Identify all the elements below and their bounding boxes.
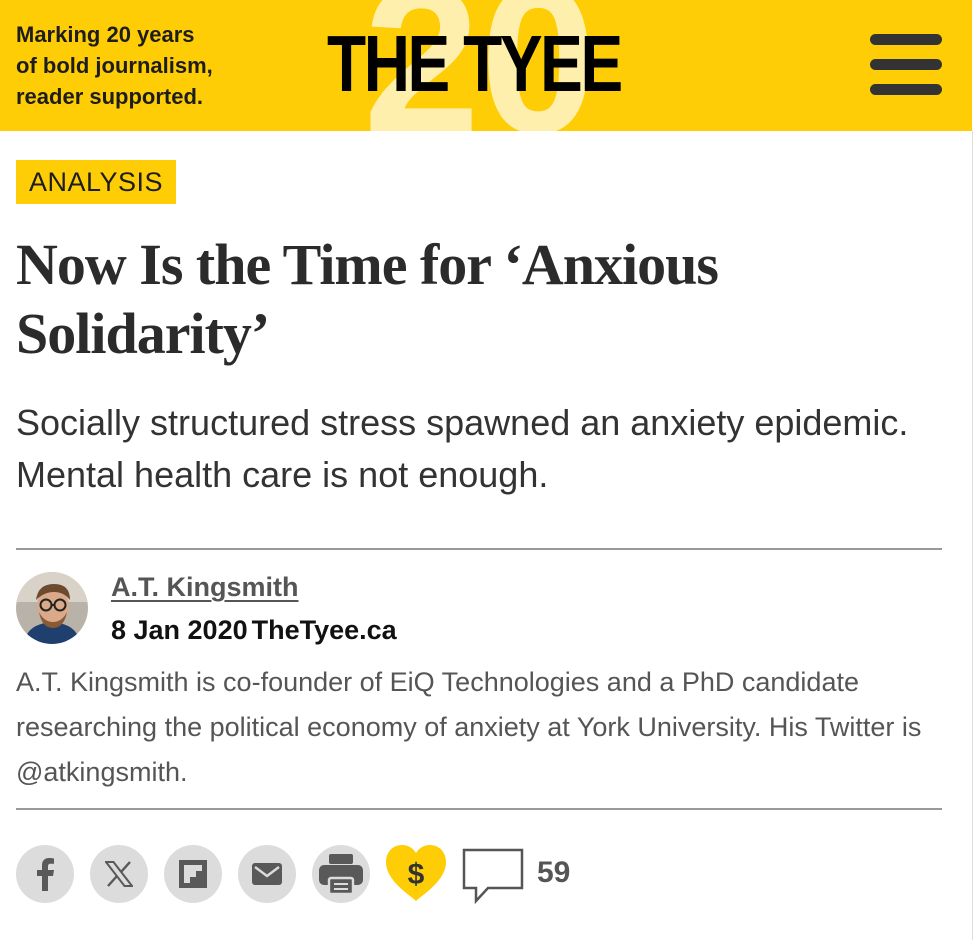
flipboard-share-button[interactable] xyxy=(164,845,222,903)
publication-name: TheTyee.ca xyxy=(251,615,397,645)
author-avatar[interactable] xyxy=(16,572,88,644)
svg-text:$: $ xyxy=(408,858,425,891)
tagline-line-2: of bold journalism, xyxy=(16,53,213,78)
facebook-icon xyxy=(37,858,54,891)
tagline-line-1: Marking 20 years xyxy=(16,22,195,47)
comments-button[interactable] xyxy=(462,848,526,905)
flipboard-icon xyxy=(179,860,207,888)
tagline-line-3: reader supported. xyxy=(16,84,204,109)
comment-count[interactable]: 59 xyxy=(537,855,570,891)
article-headline: Now Is the Time for ‘Anxious Solidarity’ xyxy=(16,232,719,366)
section-tag[interactable]: ANALYSIS xyxy=(16,160,177,204)
site-logo[interactable]: THE TYEE xyxy=(327,24,623,104)
donate-heart-icon: $ xyxy=(386,845,446,901)
article-dek: Socially structured stress spawned an an… xyxy=(16,402,909,495)
menu-bar xyxy=(870,84,942,95)
dateline: 8 Jan 2020 TheTyee.ca xyxy=(111,613,397,647)
menu-bar xyxy=(870,59,942,70)
email-icon xyxy=(252,863,282,885)
author-name-link[interactable]: A.T. Kingsmith xyxy=(111,570,299,604)
facebook-share-button[interactable] xyxy=(16,845,74,903)
author-bio: A.T. Kingsmith is co-founder of EiQ Tech… xyxy=(16,667,922,787)
email-share-button[interactable] xyxy=(238,845,296,903)
print-button[interactable] xyxy=(312,845,370,903)
divider xyxy=(16,548,942,550)
donate-button[interactable]: $ xyxy=(384,843,448,903)
publish-date: 8 Jan 2020 xyxy=(111,615,248,645)
x-icon xyxy=(105,861,133,887)
hamburger-menu-icon[interactable] xyxy=(870,34,942,96)
menu-bar xyxy=(870,34,942,45)
comment-icon xyxy=(462,848,524,905)
print-icon xyxy=(319,854,363,894)
author-photo xyxy=(16,572,88,644)
x-share-button[interactable] xyxy=(90,845,148,903)
divider xyxy=(16,808,942,810)
anniversary-tagline: Marking 20 years of bold journalism, rea… xyxy=(16,19,213,112)
site-header: 20 Marking 20 years of bold journalism, … xyxy=(0,0,972,131)
page-edge-divider xyxy=(972,131,973,940)
